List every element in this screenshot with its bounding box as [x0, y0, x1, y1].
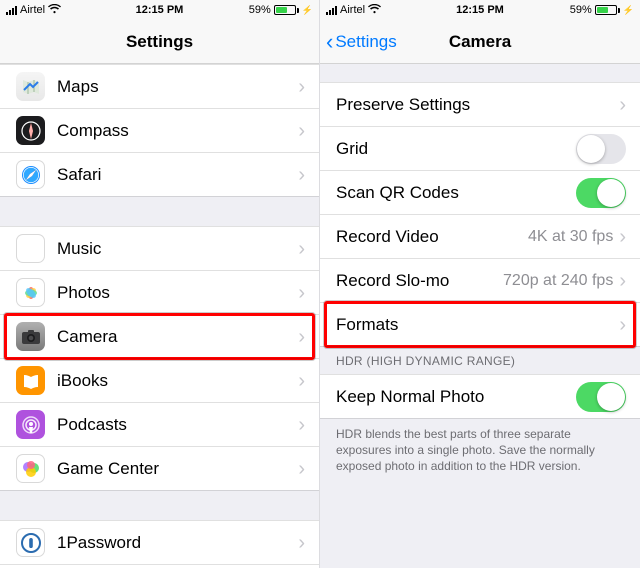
- camera-settings-screen: Airtel 12:15 PM 59% ⚡ ‹ Settings Camera: [320, 0, 640, 568]
- row-grid: Grid: [320, 126, 640, 170]
- keep-normal-toggle[interactable]: [576, 382, 626, 412]
- row-label: Grid: [336, 139, 576, 159]
- podcasts-icon: [16, 410, 45, 439]
- row-label: Podcasts: [57, 415, 298, 435]
- row-keep-normal-photo: Keep Normal Photo: [320, 374, 640, 418]
- settings-row-1password[interactable]: 1Password ›: [0, 520, 319, 564]
- row-label: Record Video: [336, 227, 528, 247]
- settings-group-1: ♪ Music › Photos ›: [0, 226, 319, 490]
- back-label: Settings: [335, 32, 396, 52]
- chevron-right-icon: ›: [298, 327, 305, 347]
- chevron-right-icon: ›: [298, 165, 305, 185]
- chevron-right-icon: ›: [619, 95, 626, 115]
- page-title: Camera: [449, 32, 511, 52]
- 1password-icon: [16, 528, 45, 557]
- hdr-section-header: HDR (HIGH DYNAMIC RANGE): [320, 346, 640, 374]
- maps-icon: [16, 72, 45, 101]
- settings-row-ibooks[interactable]: iBooks ›: [0, 358, 319, 402]
- settings-row-podcasts[interactable]: Podcasts ›: [0, 402, 319, 446]
- settings-row-compass[interactable]: Compass ›: [0, 108, 319, 152]
- camera-settings-list: Preserve Settings › Grid Scan QR Codes R…: [320, 82, 640, 346]
- hdr-list: Keep Normal Photo: [320, 374, 640, 418]
- row-label: Preserve Settings: [336, 95, 619, 115]
- chevron-right-icon: ›: [298, 121, 305, 141]
- photos-icon: [16, 278, 45, 307]
- chevron-left-icon: ‹: [326, 31, 333, 53]
- chevron-right-icon: ›: [298, 283, 305, 303]
- row-label: Safari: [57, 165, 298, 185]
- row-value: 720p at 240 fps: [503, 272, 613, 290]
- row-label: Scan QR Codes: [336, 183, 576, 203]
- page-title: Settings: [126, 32, 193, 52]
- settings-group-0: Maps › Compass › Safari ›: [0, 64, 319, 196]
- row-label: Formats: [336, 315, 619, 335]
- battery-icon: [595, 5, 620, 15]
- status-time: 12:15 PM: [320, 4, 640, 16]
- row-label: Keep Normal Photo: [336, 387, 576, 407]
- row-label: Camera: [57, 327, 298, 347]
- chevron-right-icon: ›: [619, 227, 626, 247]
- chevron-right-icon: ›: [298, 371, 305, 391]
- grid-toggle[interactable]: [576, 134, 626, 164]
- chevron-right-icon: ›: [298, 415, 305, 435]
- row-record-video[interactable]: Record Video 4K at 30 fps ›: [320, 214, 640, 258]
- hdr-footer: HDR blends the best parts of three separ…: [320, 418, 640, 487]
- row-formats[interactable]: Formats ›: [320, 302, 640, 346]
- settings-row-music[interactable]: ♪ Music ›: [0, 226, 319, 270]
- row-scan-qr: Scan QR Codes: [320, 170, 640, 214]
- row-label: Photos: [57, 283, 298, 303]
- chevron-right-icon: ›: [619, 271, 626, 291]
- row-preserve-settings[interactable]: Preserve Settings ›: [320, 82, 640, 126]
- settings-root-screen: Airtel 12:15 PM 59% ⚡ Settings: [0, 0, 320, 568]
- status-bar: Airtel 12:15 PM 59% ⚡: [0, 0, 319, 20]
- camera-icon: [16, 322, 45, 351]
- row-label: iBooks: [57, 371, 298, 391]
- compass-icon: [16, 116, 45, 145]
- settings-row-safari[interactable]: Safari ›: [0, 152, 319, 196]
- row-label: Maps: [57, 77, 298, 97]
- qr-toggle[interactable]: [576, 178, 626, 208]
- chevron-right-icon: ›: [619, 315, 626, 335]
- status-bar: Airtel 12:15 PM 59% ⚡: [320, 0, 640, 20]
- status-time: 12:15 PM: [0, 4, 319, 16]
- nav-bar: ‹ Settings Camera: [320, 20, 640, 64]
- settings-group-2: 1Password › 90MIN 90min ›: [0, 520, 319, 568]
- row-label: Compass: [57, 121, 298, 141]
- ibooks-icon: [16, 366, 45, 395]
- chevron-right-icon: ›: [298, 459, 305, 479]
- settings-row-camera[interactable]: Camera ›: [0, 314, 319, 358]
- row-label: Record Slo-mo: [336, 271, 503, 291]
- row-label: Game Center: [57, 459, 298, 479]
- nav-bar: Settings: [0, 20, 319, 64]
- music-icon: ♪: [16, 234, 45, 263]
- chevron-right-icon: ›: [298, 533, 305, 553]
- settings-row-90min[interactable]: 90MIN 90min ›: [0, 564, 319, 568]
- chevron-right-icon: ›: [298, 77, 305, 97]
- battery-icon: [274, 5, 299, 15]
- row-record-slomo[interactable]: Record Slo-mo 720p at 240 fps ›: [320, 258, 640, 302]
- back-button[interactable]: ‹ Settings: [326, 20, 397, 63]
- settings-row-photos[interactable]: Photos ›: [0, 270, 319, 314]
- row-value: 4K at 30 fps: [528, 228, 613, 246]
- safari-icon: [16, 160, 45, 189]
- row-label: Music: [57, 239, 298, 259]
- gamecenter-icon: [16, 454, 45, 483]
- settings-row-maps[interactable]: Maps ›: [0, 64, 319, 108]
- row-label: 1Password: [57, 533, 298, 553]
- settings-row-gamecenter[interactable]: Game Center ›: [0, 446, 319, 490]
- chevron-right-icon: ›: [298, 239, 305, 259]
